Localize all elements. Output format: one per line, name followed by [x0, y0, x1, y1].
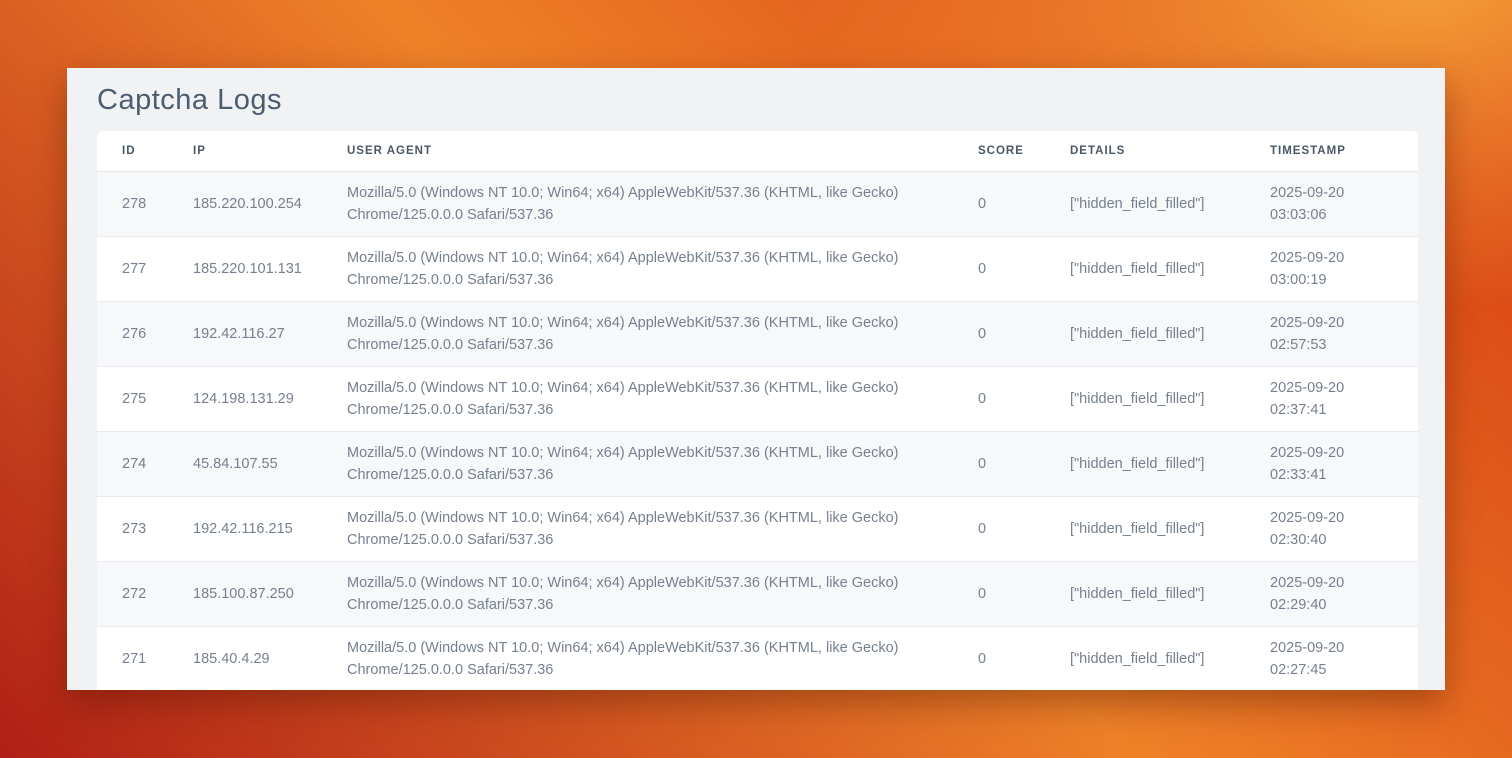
cell-score: 0 — [953, 626, 1045, 690]
cell-ip: 185.220.101.131 — [168, 236, 322, 301]
table-row: 276192.42.116.27Mozilla/5.0 (Windows NT … — [97, 301, 1418, 366]
column-header-details: DETAILS — [1045, 131, 1245, 171]
cell-id: 271 — [97, 626, 168, 690]
cell-details: ["hidden_field_filled"] — [1045, 561, 1245, 626]
cell-user-agent: Mozilla/5.0 (Windows NT 10.0; Win64; x64… — [322, 236, 953, 301]
table-row: 273192.42.116.215Mozilla/5.0 (Windows NT… — [97, 496, 1418, 561]
cell-ip: 185.40.4.29 — [168, 626, 322, 690]
cell-timestamp: 2025-09-20 02:27:45 — [1245, 626, 1418, 690]
cell-timestamp: 2025-09-20 02:37:41 — [1245, 366, 1418, 431]
cell-user-agent: Mozilla/5.0 (Windows NT 10.0; Win64; x64… — [322, 626, 953, 690]
log-table-header: ID IP USER AGENT SCORE DETAILS TIMESTAMP — [97, 131, 1418, 171]
page-background: { "page": { "title": "Captcha Logs" }, "… — [0, 0, 1512, 758]
cell-timestamp: 2025-09-20 03:00:19 — [1245, 236, 1418, 301]
table-row: 278185.220.100.254Mozilla/5.0 (Windows N… — [97, 171, 1418, 236]
cell-id: 273 — [97, 496, 168, 561]
cell-ip: 45.84.107.55 — [168, 431, 322, 496]
cell-ip: 185.100.87.250 — [168, 561, 322, 626]
table-row: 27445.84.107.55Mozilla/5.0 (Windows NT 1… — [97, 431, 1418, 496]
cell-details: ["hidden_field_filled"] — [1045, 171, 1245, 236]
cell-timestamp: 2025-09-20 02:29:40 — [1245, 561, 1418, 626]
cell-id: 278 — [97, 171, 168, 236]
cell-user-agent: Mozilla/5.0 (Windows NT 10.0; Win64; x64… — [322, 171, 953, 236]
table-row: 275124.198.131.29Mozilla/5.0 (Windows NT… — [97, 366, 1418, 431]
cell-timestamp: 2025-09-20 03:03:06 — [1245, 171, 1418, 236]
cell-details: ["hidden_field_filled"] — [1045, 301, 1245, 366]
cell-score: 0 — [953, 171, 1045, 236]
column-header-id: ID — [97, 131, 168, 171]
cell-user-agent: Mozilla/5.0 (Windows NT 10.0; Win64; x64… — [322, 496, 953, 561]
log-table-container: ID IP USER AGENT SCORE DETAILS TIMESTAMP… — [97, 131, 1418, 690]
cell-details: ["hidden_field_filled"] — [1045, 496, 1245, 561]
cell-ip: 192.42.116.27 — [168, 301, 322, 366]
cell-details: ["hidden_field_filled"] — [1045, 626, 1245, 690]
page-title: Captcha Logs — [67, 68, 1445, 131]
cell-score: 0 — [953, 236, 1045, 301]
cell-ip: 185.220.100.254 — [168, 171, 322, 236]
cell-user-agent: Mozilla/5.0 (Windows NT 10.0; Win64; x64… — [322, 301, 953, 366]
column-header-timestamp: TIMESTAMP — [1245, 131, 1418, 171]
cell-id: 272 — [97, 561, 168, 626]
cell-user-agent: Mozilla/5.0 (Windows NT 10.0; Win64; x64… — [322, 431, 953, 496]
cell-timestamp: 2025-09-20 02:30:40 — [1245, 496, 1418, 561]
log-table: ID IP USER AGENT SCORE DETAILS TIMESTAMP… — [97, 131, 1418, 690]
cell-id: 277 — [97, 236, 168, 301]
column-header-user-agent: USER AGENT — [322, 131, 953, 171]
cell-id: 274 — [97, 431, 168, 496]
cell-timestamp: 2025-09-20 02:33:41 — [1245, 431, 1418, 496]
cell-score: 0 — [953, 366, 1045, 431]
cell-ip: 192.42.116.215 — [168, 496, 322, 561]
column-header-score: SCORE — [953, 131, 1045, 171]
column-header-ip: IP — [168, 131, 322, 171]
log-table-body: 278185.220.100.254Mozilla/5.0 (Windows N… — [97, 171, 1418, 690]
cell-details: ["hidden_field_filled"] — [1045, 431, 1245, 496]
cell-score: 0 — [953, 561, 1045, 626]
captcha-logs-card: Captcha Logs ID IP USER AGENT SCORE DETA… — [67, 68, 1445, 690]
cell-score: 0 — [953, 301, 1045, 366]
cell-id: 275 — [97, 366, 168, 431]
cell-user-agent: Mozilla/5.0 (Windows NT 10.0; Win64; x64… — [322, 366, 953, 431]
table-row: 272185.100.87.250Mozilla/5.0 (Windows NT… — [97, 561, 1418, 626]
cell-ip: 124.198.131.29 — [168, 366, 322, 431]
cell-timestamp: 2025-09-20 02:57:53 — [1245, 301, 1418, 366]
cell-id: 276 — [97, 301, 168, 366]
cell-details: ["hidden_field_filled"] — [1045, 236, 1245, 301]
table-row: 271185.40.4.29Mozilla/5.0 (Windows NT 10… — [97, 626, 1418, 690]
cell-score: 0 — [953, 431, 1045, 496]
table-row: 277185.220.101.131Mozilla/5.0 (Windows N… — [97, 236, 1418, 301]
cell-score: 0 — [953, 496, 1045, 561]
cell-user-agent: Mozilla/5.0 (Windows NT 10.0; Win64; x64… — [322, 561, 953, 626]
cell-details: ["hidden_field_filled"] — [1045, 366, 1245, 431]
